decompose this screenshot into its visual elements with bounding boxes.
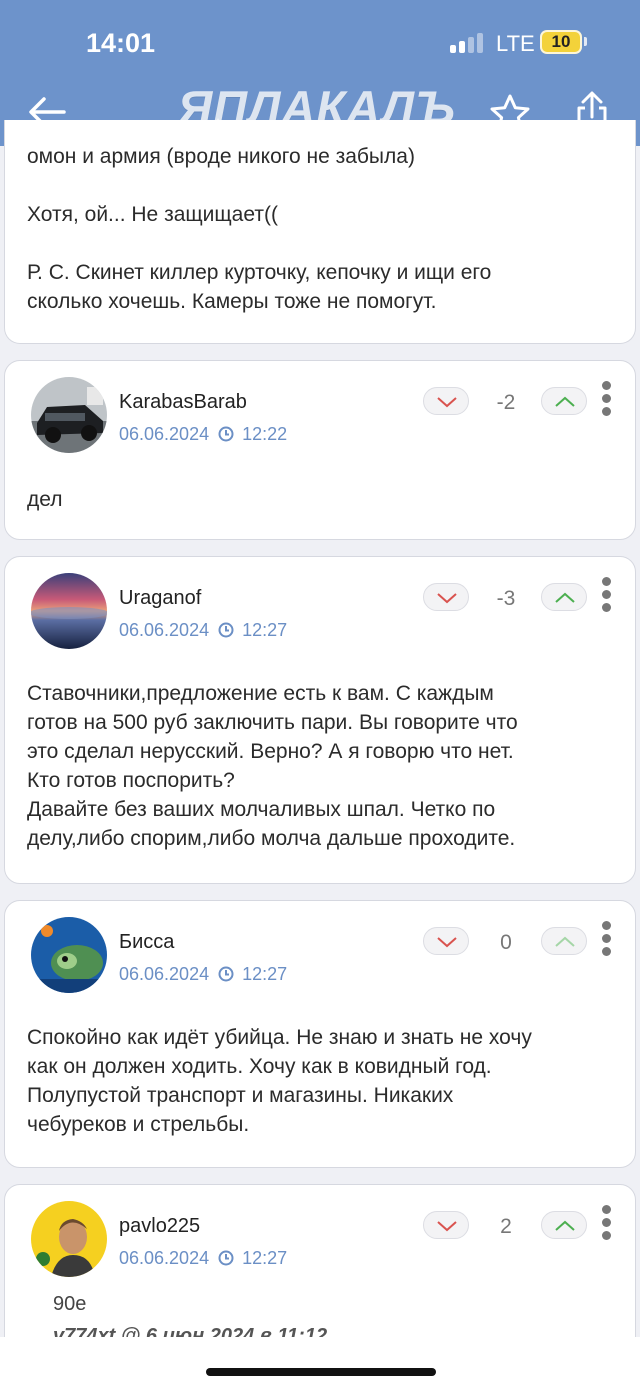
comment-card-partial: омон и армия (вроде никого не забыла) Хо… [4,120,636,344]
chevron-up-icon [555,592,575,603]
clock-icon [218,1250,234,1266]
time-value: 12:27 [242,1248,288,1268]
avatar-car-image [31,377,107,453]
comment-author[interactable]: pavlo225 [119,1215,200,1238]
vote-down-button[interactable] [423,387,469,415]
avatar[interactable] [31,1201,107,1277]
comment-text: Ставочники,предложение есть к вам. С каж… [27,682,518,850]
avatar[interactable] [31,917,107,993]
date-value: 06.06.2024 [119,620,210,640]
comment-date: 06.06.2024 12:22 [119,424,287,445]
comment-score: 2 [500,1215,512,1238]
time-value: 12:27 [242,964,288,984]
avatar[interactable] [31,377,107,453]
comment-date: 06.06.2024 12:27 [119,1248,287,1269]
date-value: 06.06.2024 [119,964,210,984]
battery-level: 10 [551,32,571,51]
comment-score: -2 [496,391,516,414]
vote-up-button[interactable] [541,387,587,415]
comment-card: Бисса 06.06.2024 12:27 0 Спокойно как ид… [4,900,636,1168]
avatar-turtle-image [31,917,107,993]
comment-score: -3 [496,587,516,610]
comment-author[interactable]: Uraganof [119,587,201,610]
chevron-up-icon [555,936,575,947]
battery-tip [584,37,587,46]
chevron-down-icon [437,1221,457,1232]
date-value: 06.06.2024 [119,424,210,444]
comment-text: Спокойно как идёт убийца. Не знаю и знат… [27,1026,532,1136]
clock-icon [218,966,234,982]
more-options-button[interactable] [601,577,613,617]
vote-up-button[interactable] [541,1211,587,1239]
vote-down-button[interactable] [423,927,469,955]
comment-date: 06.06.2024 12:27 [119,964,287,985]
comment-date: 06.06.2024 12:27 [119,620,287,641]
comment-text: 90е [53,1293,87,1315]
comment-score: 0 [500,931,512,954]
comment-author[interactable]: Бисса [119,931,174,954]
status-time: 14:01 [86,28,156,58]
time-value: 12:22 [242,424,288,444]
time-value: 12:27 [242,620,288,640]
chevron-up-icon [555,396,575,407]
vote-down-button[interactable] [423,1211,469,1239]
date-value: 06.06.2024 [119,1248,210,1268]
comment-card: KarabasBarab 06.06.2024 12:22 -2 дел [4,360,636,540]
more-options-button[interactable] [601,921,613,961]
vote-up-button[interactable] [541,583,587,611]
more-options-button[interactable] [601,1205,613,1245]
avatar-sky-image [31,573,107,649]
comment-text: дел [27,488,63,511]
vote-down-button[interactable] [423,583,469,611]
home-indicator[interactable] [206,1368,436,1376]
chevron-down-icon [437,593,457,604]
comment-author[interactable]: KarabasBarab [119,391,247,414]
clock-icon [218,622,234,638]
chevron-up-icon [555,1220,575,1231]
avatar-portrait-image [31,1201,107,1277]
chevron-down-icon [437,397,457,408]
network-label: LTE [496,31,535,56]
comment-card: Uraganof 06.06.2024 12:27 -3 Ставочники,… [4,556,636,884]
clock-icon [218,426,234,442]
comment-text: омон и армия (вроде никого не забыла) Хо… [27,145,492,313]
battery-icon: 10 [540,30,582,54]
vote-up-button[interactable] [541,927,587,955]
more-options-button[interactable] [601,381,613,421]
signal-icon [450,33,486,53]
bottom-bar [0,1337,640,1388]
chevron-down-icon [437,937,457,948]
avatar[interactable] [31,573,107,649]
